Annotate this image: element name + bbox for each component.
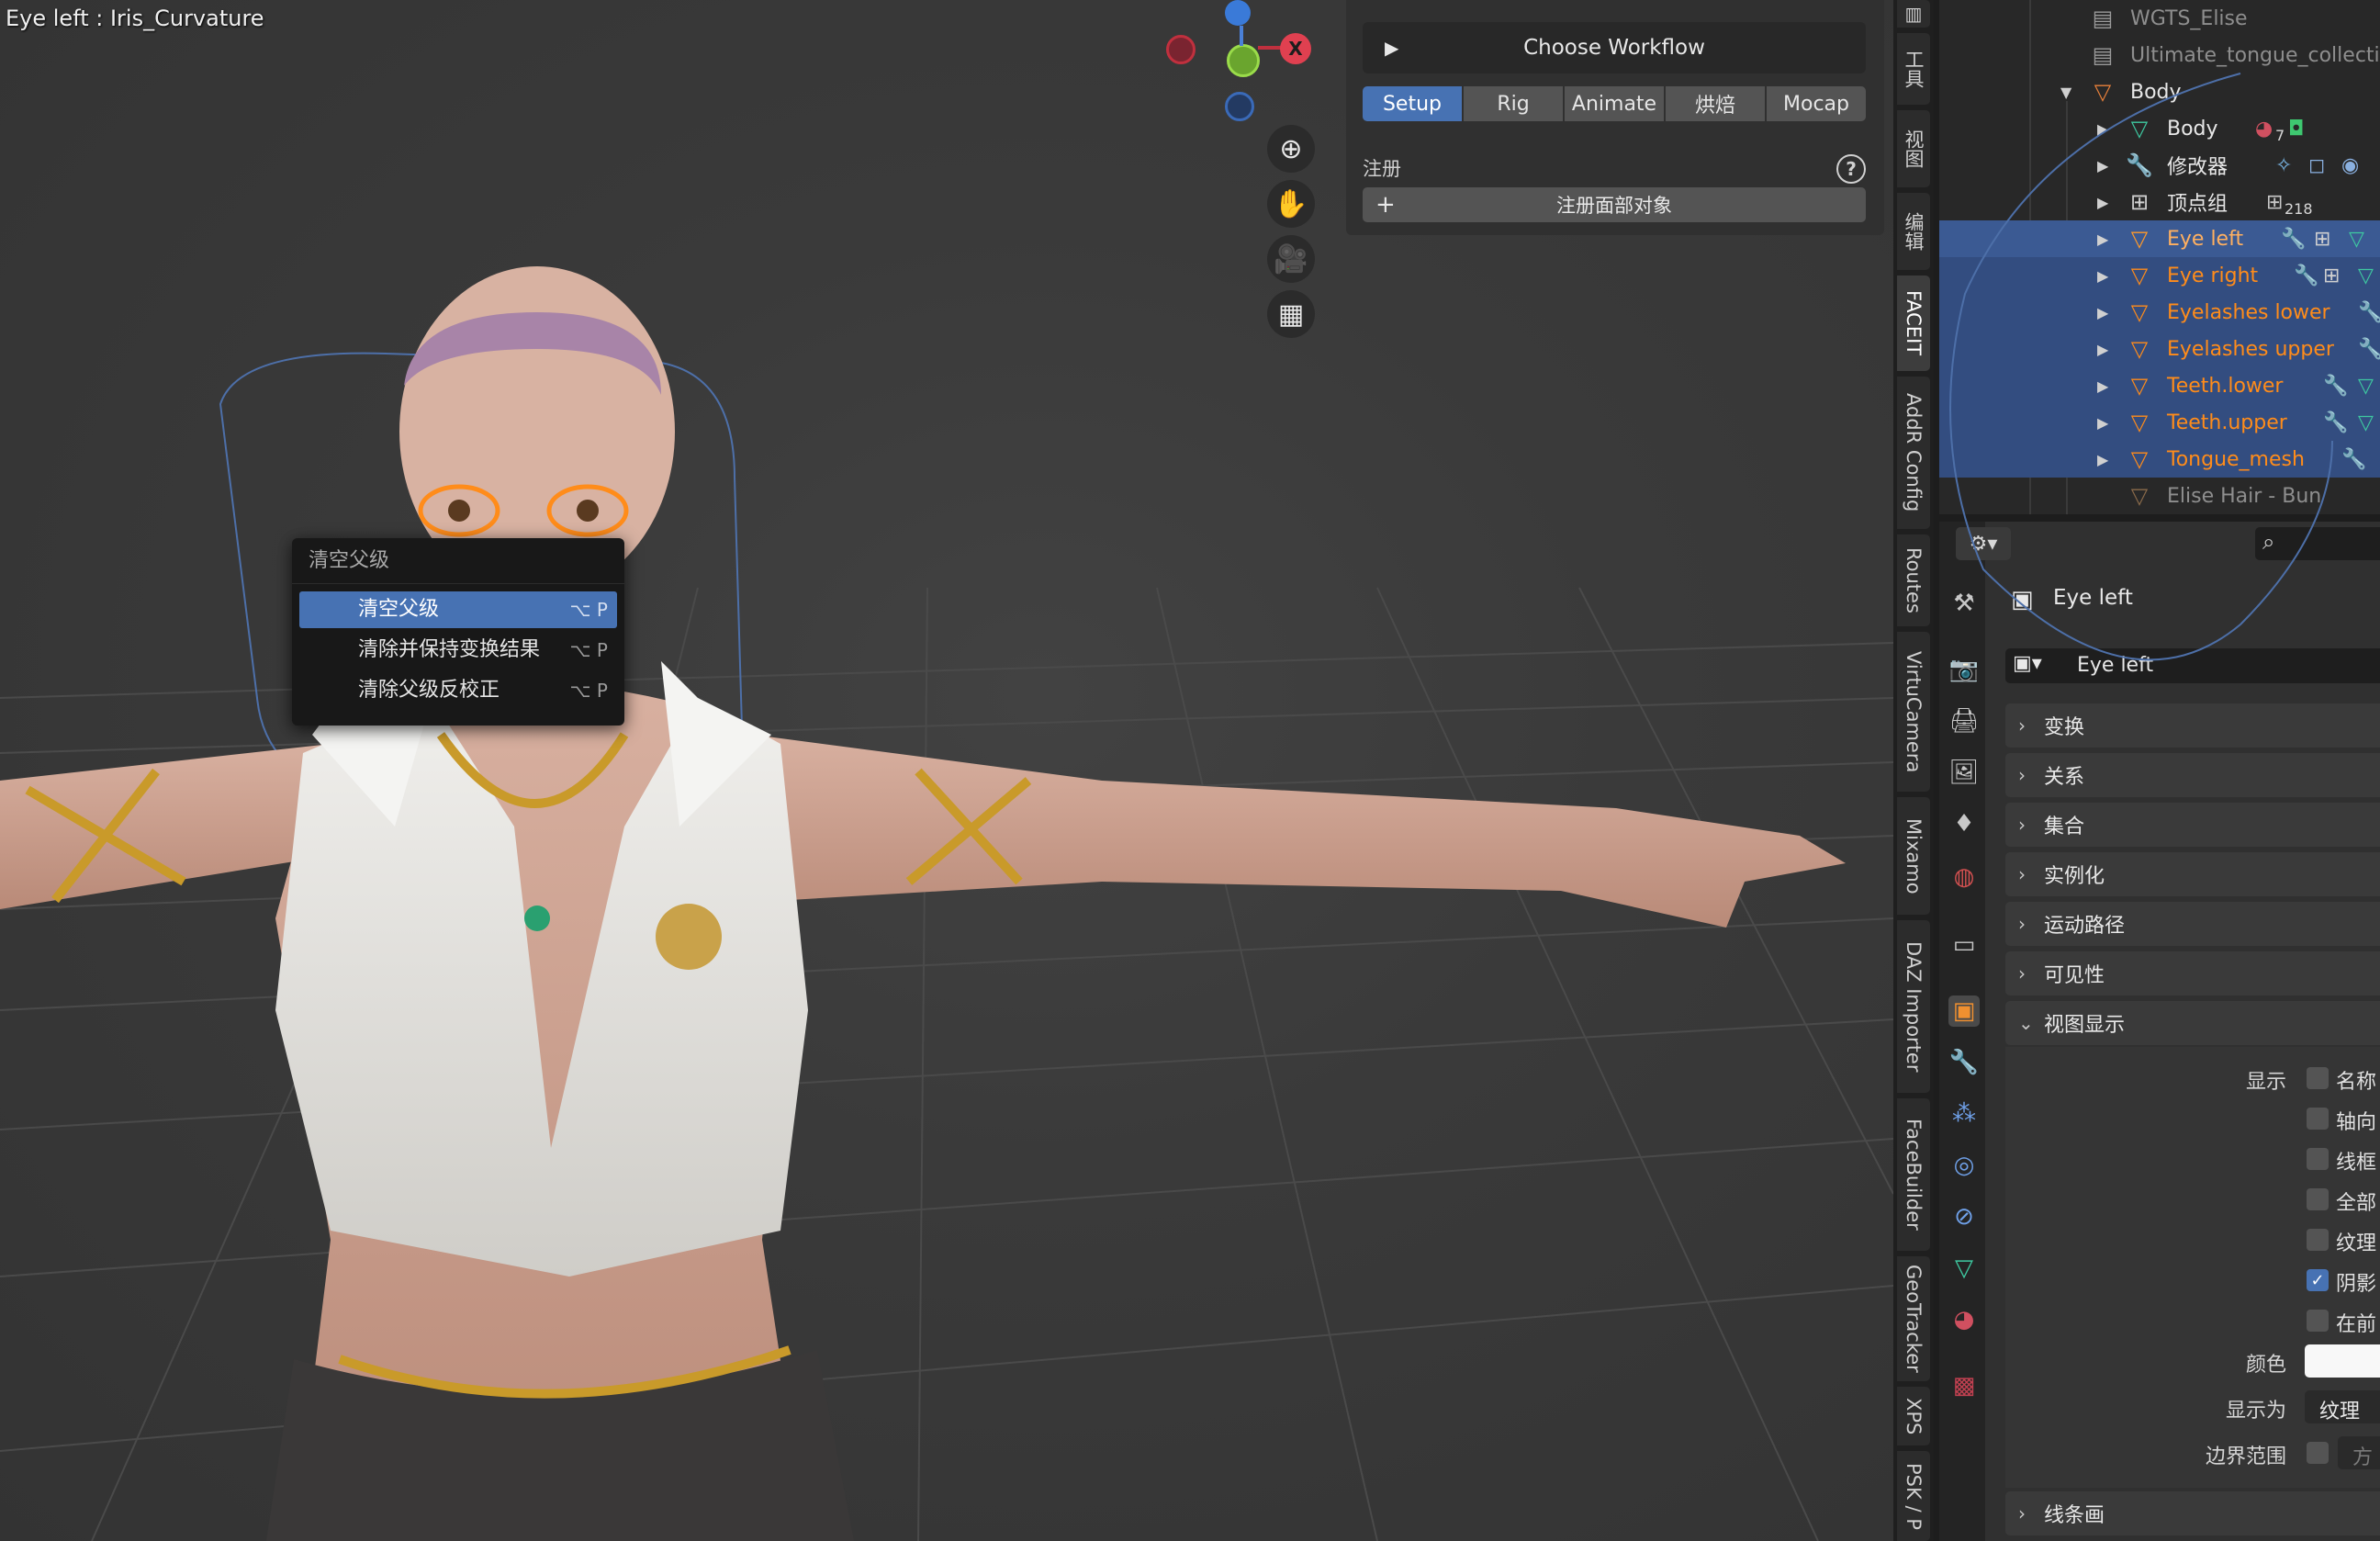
right-arm [753,735,1846,928]
tab-bake[interactable]: 烘焙 [1666,86,1765,121]
plus-icon: + [1375,191,1396,219]
panel-line-art[interactable]: › 线条画 [2005,1491,2380,1535]
color-label: 颜色 [2245,1354,2286,1377]
collection-icon[interactable]: ▭ [1948,929,1980,961]
mesh-data-icon[interactable]: ▽ [1948,1253,1980,1284]
display-as-dropdown[interactable]: 纹理 [2305,1390,2380,1423]
play-icon: ▶ [1385,37,1399,59]
panel-viewport-display[interactable]: ⌄ 视图显示 [2005,1001,2380,1045]
tab-mocap[interactable]: Mocap [1767,86,1866,121]
checkbox-bounds[interactable] [2307,1442,2329,1464]
menu-item-clear-keep-transform[interactable]: 清除并保持变换结果 ⌥ P [299,632,617,669]
chevron-right-icon: › [2018,913,2026,935]
sidebar-tab-geotracker[interactable]: GeoTracker [1897,1256,1930,1381]
panel-instancing[interactable]: › 实例化 [2005,852,2380,896]
gizmo-neg-z[interactable] [1225,92,1254,121]
perspective-grid-icon[interactable]: ▦ [1267,290,1315,338]
panel-relations[interactable]: › 关系 [2005,753,2380,797]
checkbox-axes[interactable] [2307,1108,2329,1130]
scene-icon[interactable]: ♦ [1948,808,1980,839]
display-label: 显示 [2245,1071,2286,1094]
chevron-right-icon: › [2018,814,2026,836]
checkbox-wireframe[interactable] [2307,1148,2329,1170]
chevron-right-icon: › [2018,1502,2026,1524]
particles-icon[interactable]: ⁂ [1948,1098,1980,1130]
gizmo-x[interactable]: X [1280,33,1311,64]
clear-parent-menu: 清空父级 清空父级 ⌥ P 清除并保持变换结果 ⌥ P 清除父级反校正 ⌥ P [292,538,624,726]
tab-animate[interactable]: Animate [1565,86,1664,121]
color-swatch[interactable] [2305,1344,2380,1378]
shortcut-label: ⌥ P [569,599,608,621]
sidebar-tab-xps[interactable]: XPS [1897,1387,1930,1445]
gizmo-neg-x[interactable] [1166,35,1196,64]
checkbox-shadow[interactable]: ✓ [2307,1269,2329,1291]
panel-collections[interactable]: › 集合 [2005,803,2380,847]
collection-icon: ▤ [2092,6,2114,31]
tab-rig[interactable]: Rig [1464,86,1563,121]
tab-tool-icon[interactable]: ▥ [1897,0,1930,28]
texture-icon[interactable]: ▩ [1948,1370,1980,1401]
shortcut-label: ⌥ P [569,639,608,661]
chevron-right-icon: › [2018,764,2026,786]
view-layer-icon[interactable]: 🖼 [1948,757,1980,788]
floor-grid [0,587,1893,1541]
menu-title: 清空父级 [292,538,624,584]
gizmo-z-top[interactable] [1225,0,1251,26]
sidebar-tab-psk[interactable]: PSK / P [1897,1451,1930,1541]
brooch [656,904,722,970]
viewport-active-object-label: Eye left : Iris_Curvature [6,6,264,31]
panel-motion-paths[interactable]: › 运动路径 [2005,902,2380,946]
menu-item-clear-parent-inverse[interactable]: 清除父级反校正 ⌥ P [299,672,617,709]
tab-setup[interactable]: Setup [1363,86,1462,121]
shortcut-label: ⌥ P [569,680,608,702]
register-face-objects-button[interactable]: + 注册面部对象 [1363,187,1866,222]
material-icon[interactable]: ◕ [1948,1304,1980,1335]
modifier-wrench-icon[interactable]: 🔧 [1948,1047,1980,1078]
checkbox-name[interactable] [2307,1067,2329,1089]
panel-visibility[interactable]: › 可见性 [2005,951,2380,995]
faceit-workflow-panel: ▶ Choose Workflow Setup Rig Animate 烘焙 M… [1346,0,1884,235]
zoom-in-icon[interactable]: ⊕ [1267,125,1315,173]
physics-icon[interactable]: ◎ [1948,1150,1980,1181]
gizmo-y[interactable] [1227,44,1260,77]
hand-pan-icon[interactable]: ✋ [1267,180,1315,228]
chevron-down-icon: ⌄ [2018,1012,2034,1034]
constraints-icon[interactable]: ⊘ [1948,1201,1980,1232]
menu-item-clear-parent[interactable]: 清空父级 ⌥ P [299,591,617,628]
world-icon[interactable]: ◍ [1948,861,1980,893]
display-as-label: 显示为 [2225,1400,2286,1423]
pendant [524,905,550,931]
chevron-right-icon: › [2018,962,2026,984]
checkbox-texture-space[interactable] [2307,1229,2329,1251]
checkbox-all-edges[interactable] [2307,1188,2329,1210]
bounds-label: 边界范围 [2205,1445,2286,1468]
sidebar-tab-facebuilder[interactable]: FaceBuilder [1897,1098,1930,1251]
3d-viewport[interactable]: Eye left : Iris_Curvature X ⊕ ✋ 🎥 ▦ 清空父级… [0,0,1893,1541]
object-properties-icon[interactable]: ▣ [1948,995,1980,1027]
annotation-stroke [1949,73,2333,661]
camera-icon[interactable]: 🎥 [1267,235,1315,283]
register-section-label: 注册 [1363,158,1401,180]
sidebar-tab-daz-importer[interactable]: DAZ Importer [1897,920,1930,1093]
sidebar-tab-mixamo[interactable]: Mixamo [1897,797,1930,915]
chevron-right-icon: › [2018,863,2026,885]
choose-workflow-button[interactable]: ▶ Choose Workflow [1363,22,1866,73]
bounds-type-dropdown[interactable]: 方 [2338,1436,2380,1469]
chevron-right-icon: › [2018,714,2026,737]
outliner-row[interactable]: ▤ WGTS_Elise [1939,0,2380,37]
checkbox-in-front[interactable] [2307,1310,2329,1332]
workflow-tabs: Setup Rig Animate 烘焙 Mocap [1363,86,1866,121]
